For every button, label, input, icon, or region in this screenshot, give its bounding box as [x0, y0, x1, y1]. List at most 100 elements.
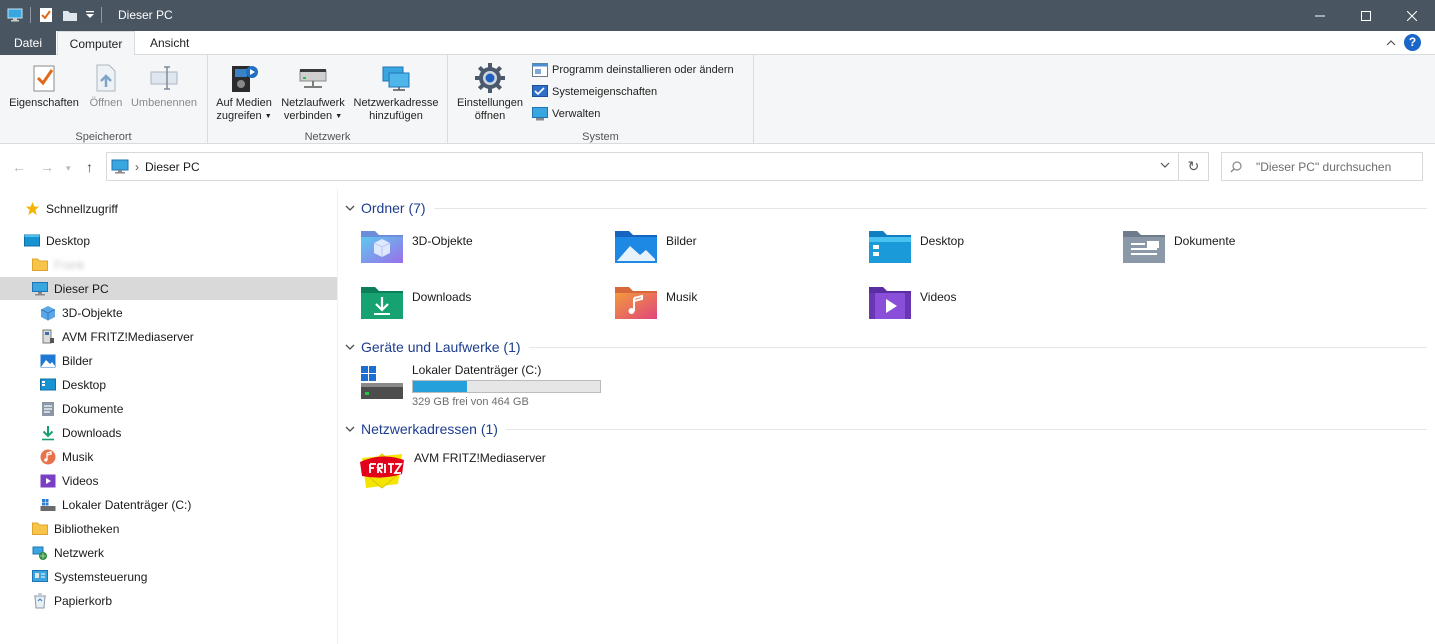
- up-arrow-icon[interactable]: ↑: [86, 159, 93, 175]
- nav-item-network[interactable]: Netzwerk: [32, 541, 104, 564]
- nav-item-quick-access[interactable]: Schnellzugriff: [24, 197, 118, 220]
- system-properties-button[interactable]: Systemeigenschaften: [532, 85, 657, 99]
- properties-icon: [33, 65, 55, 92]
- settings-gear-icon: [475, 63, 505, 93]
- nav-item-fritz-mediaserver[interactable]: AVM FRITZ!Mediaserver: [40, 325, 194, 348]
- desktop-icon: [24, 233, 40, 249]
- nav-item-user-folder[interactable]: Frank: [32, 253, 85, 276]
- documents-folder-icon: [1123, 231, 1165, 263]
- separator: [101, 7, 102, 23]
- nav-item-local-disk[interactable]: Lokaler Datenträger (C:): [40, 493, 191, 516]
- minimize-button[interactable]: [1297, 0, 1343, 31]
- nav-item-music[interactable]: Musik: [40, 445, 93, 468]
- rename-icon: [150, 66, 178, 90]
- uninstall-program-button[interactable]: Programm deinstallieren oder ändern: [532, 63, 734, 77]
- nav-item-3d-objects[interactable]: 3D-Objekte: [40, 301, 123, 324]
- address-history-dropdown-icon[interactable]: [1160, 159, 1170, 171]
- tab-computer[interactable]: Computer: [57, 31, 135, 56]
- close-button[interactable]: [1389, 0, 1435, 31]
- folder-music[interactable]: Musik: [614, 284, 697, 320]
- this-pc-icon: [32, 281, 48, 297]
- nav-item-videos[interactable]: Videos: [40, 469, 98, 492]
- drive-usage-fill: [413, 381, 468, 392]
- nav-item-documents[interactable]: Dokumente: [40, 397, 123, 420]
- navigation-bar: ← → ▾ ↑ › Dieser PC ↻ "Dieser PC" durchs…: [0, 145, 1435, 189]
- back-arrow-icon[interactable]: ←: [12, 159, 26, 175]
- this-pc-icon[interactable]: [6, 6, 24, 24]
- cube-icon: [40, 305, 56, 321]
- folder-icon: [32, 257, 48, 273]
- libraries-icon: [32, 521, 48, 537]
- section-header-devices[interactable]: Geräte und Laufwerke (1): [345, 339, 1427, 355]
- open-settings-button[interactable]: Einstellungen öffnen: [452, 61, 528, 123]
- nav-item-downloads[interactable]: Downloads: [40, 421, 121, 444]
- tab-file[interactable]: Datei: [0, 31, 56, 55]
- nav-item-recycle-bin[interactable]: Papierkorb: [32, 589, 112, 612]
- media-server-icon: [40, 329, 56, 345]
- folder-desktop[interactable]: Desktop: [868, 228, 964, 264]
- nav-item-libraries[interactable]: Bibliotheken: [32, 517, 119, 540]
- title-bar: Dieser PC: [0, 0, 1435, 31]
- access-media-button[interactable]: Auf Medien zugreifen ▼: [212, 61, 276, 123]
- properties-check-icon[interactable]: [37, 6, 55, 24]
- window-title: Dieser PC: [118, 8, 173, 22]
- manage-button[interactable]: Verwalten: [532, 107, 600, 121]
- chevron-down-icon: [345, 340, 355, 354]
- ribbon-tabs: Datei Computer Ansicht ?: [0, 31, 1435, 56]
- network-drive-icon: [299, 69, 327, 88]
- map-network-drive-button[interactable]: Netzlaufwerk verbinden ▼: [278, 61, 348, 123]
- nav-item-pictures[interactable]: Bilder: [40, 349, 93, 372]
- open-button[interactable]: Öffnen: [84, 61, 128, 110]
- help-icon[interactable]: ?: [1404, 34, 1421, 51]
- folder-documents[interactable]: Dokumente: [1122, 228, 1235, 264]
- drive-free-space: 329 GB frei von 464 GB: [412, 396, 529, 408]
- desktop-folder-icon: [869, 231, 911, 263]
- fritz-logo-icon: [360, 453, 404, 489]
- maximize-button[interactable]: [1343, 0, 1389, 31]
- programs-icon: [532, 63, 548, 77]
- videos-folder-icon: [869, 287, 911, 319]
- this-pc-icon: [111, 159, 129, 173]
- folder-downloads[interactable]: Downloads: [360, 284, 471, 320]
- nav-item-desktop[interactable]: Desktop: [40, 373, 106, 396]
- tab-view[interactable]: Ansicht: [138, 31, 201, 55]
- folder-3d-objects[interactable]: 3D-Objekte: [360, 228, 473, 264]
- drive-name: Lokaler Datenträger (C:): [412, 363, 542, 377]
- nav-item-this-pc[interactable]: Dieser PC: [0, 277, 337, 300]
- downloads-folder-icon: [361, 287, 403, 319]
- breadcrumb-separator-icon[interactable]: ›: [135, 160, 139, 174]
- add-network-location-button[interactable]: Netzwerkadresse hinzufügen: [350, 61, 442, 123]
- group-label-network: Netzwerk: [304, 131, 351, 143]
- quick-access-toolbar: [6, 6, 102, 24]
- star-icon: [24, 201, 40, 217]
- search-placeholder: "Dieser PC" durchsuchen: [1256, 159, 1392, 174]
- nav-item-desktop-root[interactable]: Desktop: [24, 229, 90, 252]
- network-location-icon: [382, 66, 410, 91]
- section-header-network-locations[interactable]: Netzwerkadressen (1): [345, 421, 1427, 437]
- breadcrumb-this-pc[interactable]: Dieser PC: [145, 160, 200, 174]
- desktop-icon: [40, 377, 56, 393]
- drive-info: Lokaler Datenträger (C:) 329 GB frei von…: [412, 363, 601, 408]
- content-area: Ordner (7) 3D-Objekte Bilder Desktop Dok…: [339, 189, 1435, 644]
- forward-arrow-icon[interactable]: →: [40, 159, 54, 175]
- properties-button[interactable]: Eigenschaften: [6, 61, 82, 110]
- music-folder-icon: [615, 287, 657, 319]
- rename-button[interactable]: Umbenennen: [128, 61, 200, 110]
- customize-dropdown-icon[interactable]: [85, 6, 95, 24]
- folder-videos[interactable]: Videos: [868, 284, 956, 320]
- drive-usage-bar: [412, 380, 601, 393]
- address-bar[interactable]: › Dieser PC: [106, 152, 1179, 181]
- folder-pictures[interactable]: Bilder: [614, 228, 697, 264]
- pictures-icon: [40, 353, 56, 369]
- drive-local-c[interactable]: Lokaler Datenträger (C:) 329 GB frei von…: [360, 363, 601, 408]
- new-folder-icon[interactable]: [61, 6, 79, 24]
- search-box[interactable]: "Dieser PC" durchsuchen: [1221, 152, 1423, 181]
- network-location-fritz[interactable]: AVM FRITZ!Mediaserver: [358, 450, 546, 492]
- refresh-icon: ↻: [1187, 158, 1200, 174]
- section-header-folders[interactable]: Ordner (7): [345, 200, 1427, 216]
- recycle-bin-icon: [32, 593, 48, 609]
- collapse-ribbon-icon[interactable]: [1386, 36, 1396, 50]
- recent-locations-chevron-icon[interactable]: ▾: [66, 163, 71, 174]
- nav-item-control-panel[interactable]: Systemsteuerung: [32, 565, 147, 588]
- refresh-button[interactable]: ↻: [1179, 152, 1209, 181]
